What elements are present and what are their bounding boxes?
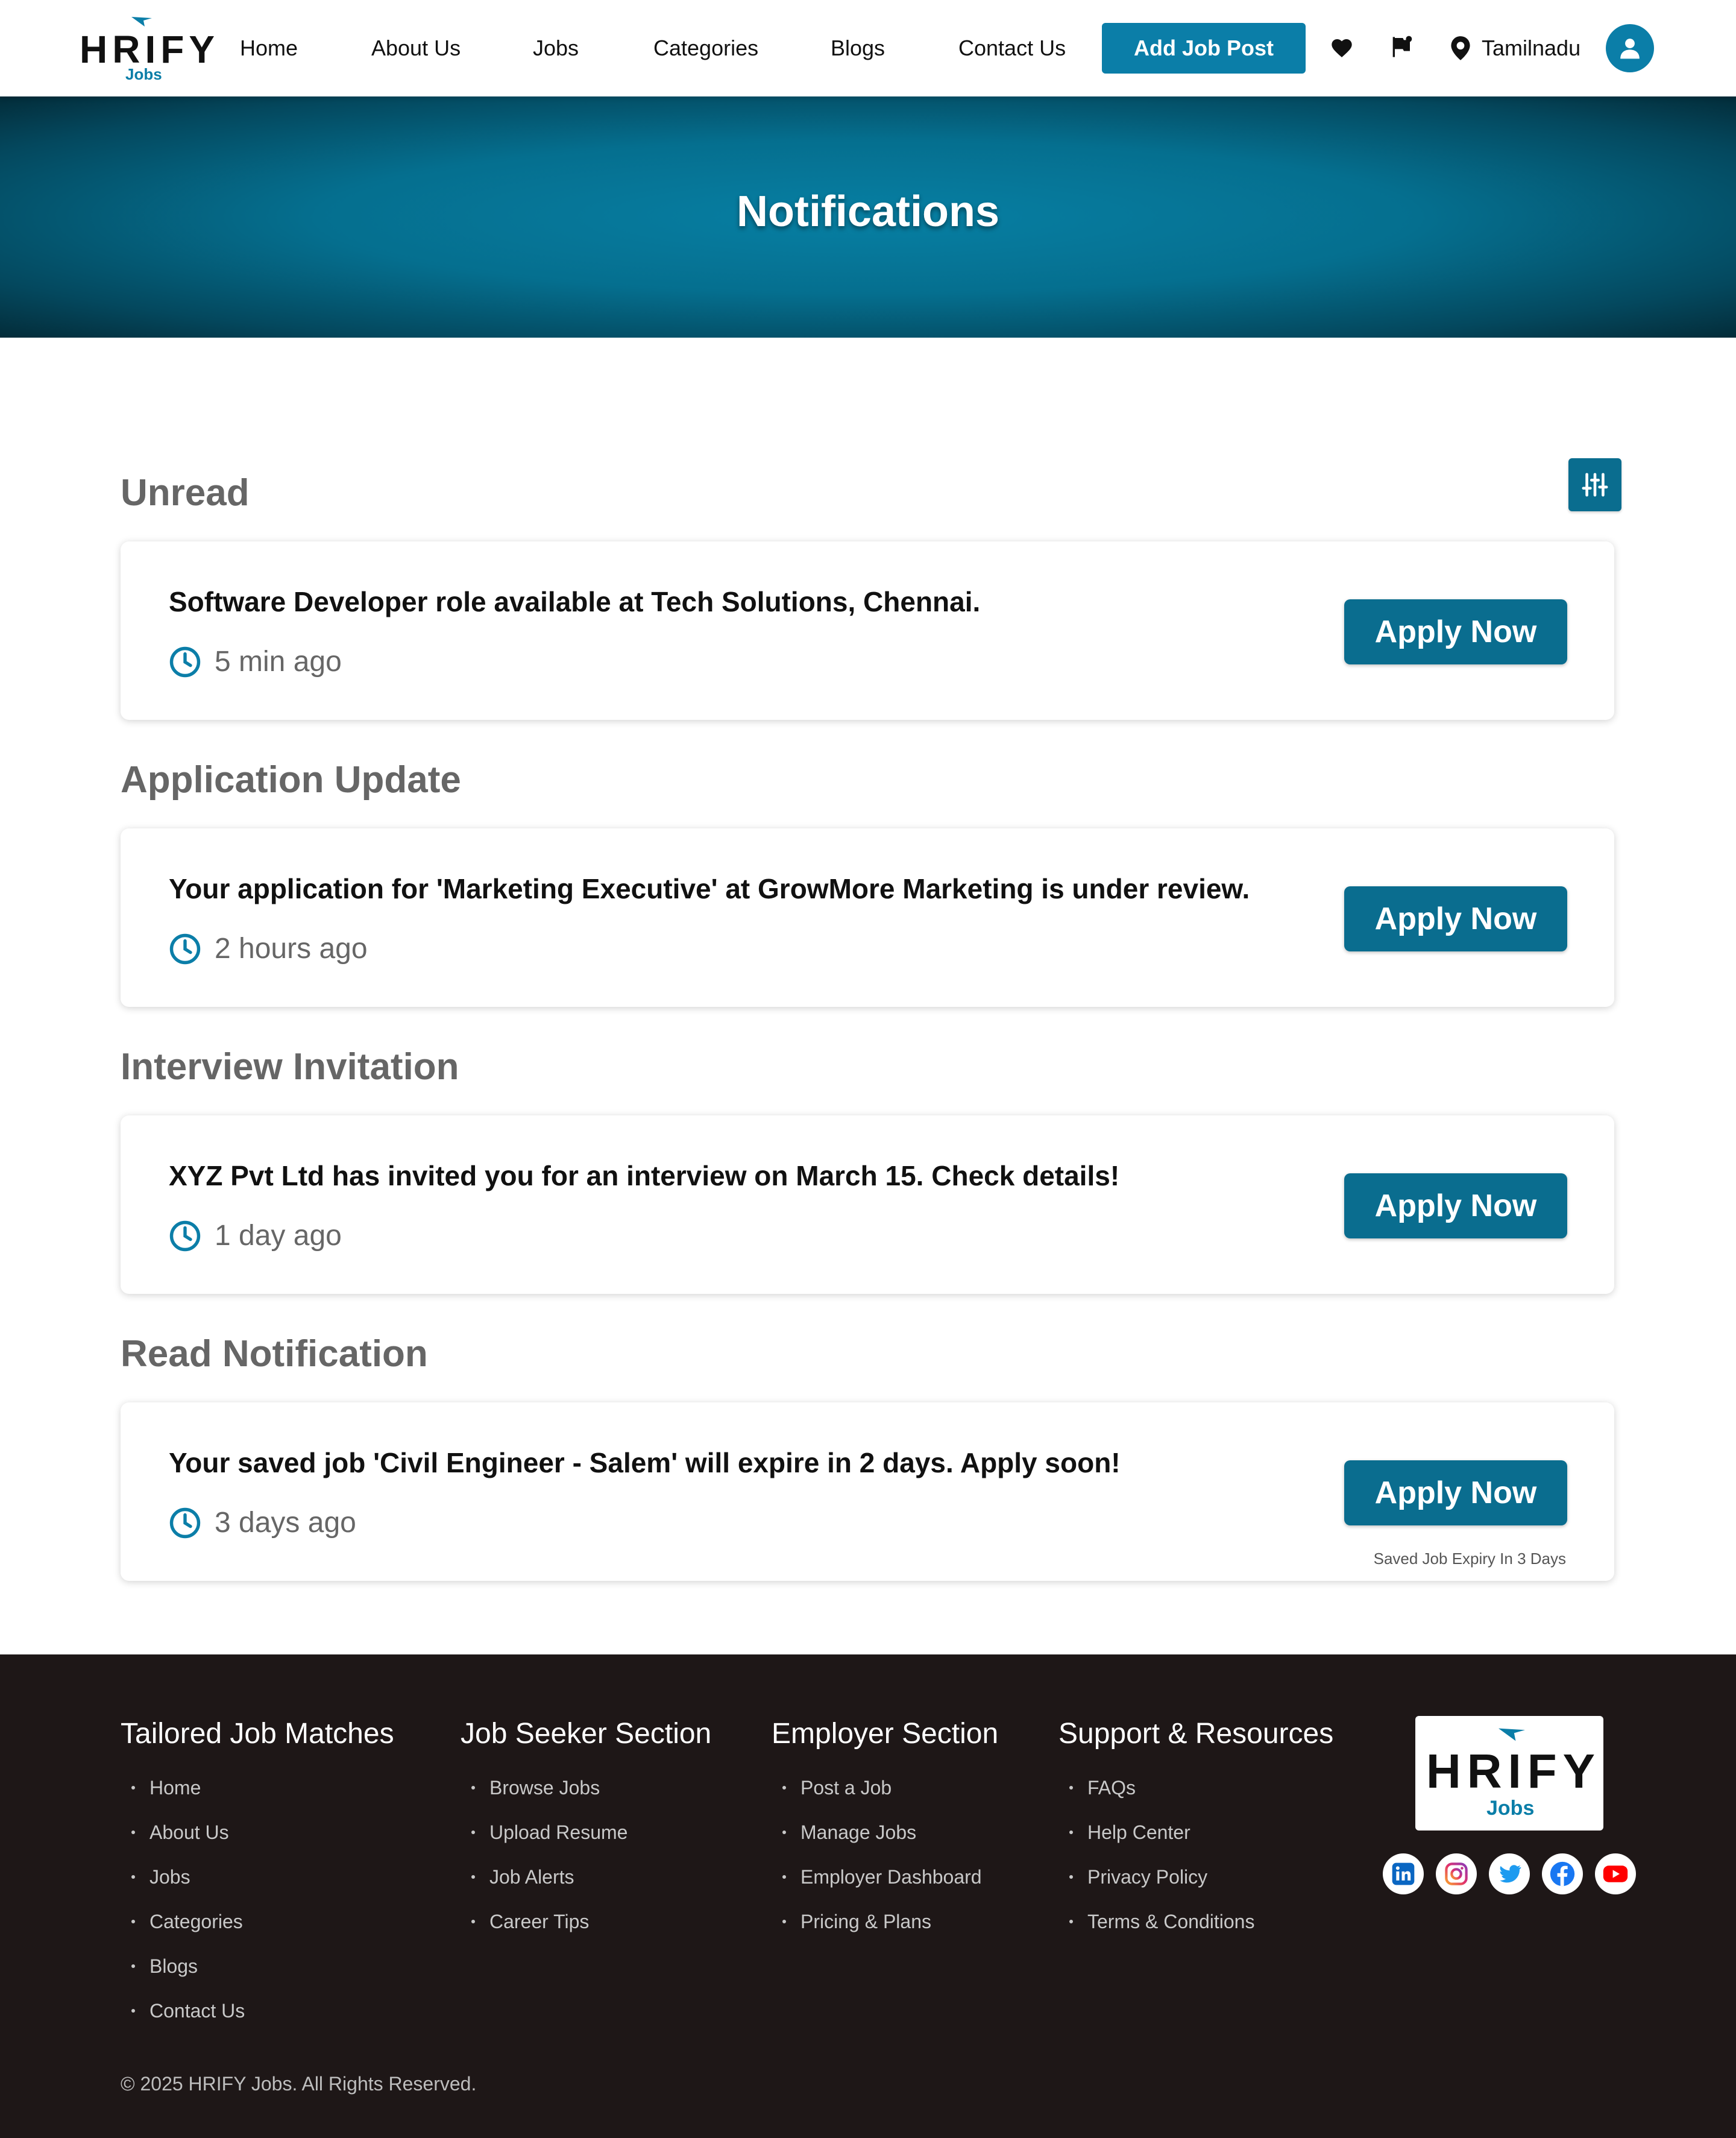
time-label: 3 days ago — [215, 1507, 356, 1539]
notification-message: Software Developer role available at Tec… — [169, 586, 981, 617]
footer-column-title: Employer Section — [772, 1718, 999, 1750]
notification-message: Your application for 'Marketing Executiv… — [169, 873, 1250, 904]
footer-link[interactable]: Career Tips — [461, 1899, 711, 1944]
linkedin-icon — [1392, 1862, 1415, 1885]
nav-home[interactable]: Home — [240, 34, 298, 63]
footer-link[interactable]: Manage Jobs — [772, 1810, 998, 1855]
logo-subtext: Jobs — [125, 65, 162, 83]
sliders-icon — [1582, 473, 1608, 497]
footer-link[interactable]: Jobs — [121, 1855, 394, 1899]
notification-message: XYZ Pvt Ltd has invited you for an inter… — [169, 1160, 1120, 1191]
notification-time: 1 day ago — [169, 1218, 342, 1254]
footer-link[interactable]: Terms & Conditions — [1058, 1899, 1333, 1944]
time-label: 1 day ago — [215, 1220, 342, 1252]
clock-icon — [169, 1507, 201, 1539]
copyright-text: © 2025 HRIFY Jobs. All Rights Reserved. — [121, 2073, 477, 2095]
footer-link[interactable]: Upload Resume — [461, 1810, 711, 1855]
section-title-read-notification: Read Notification — [121, 1333, 428, 1375]
nav-blogs[interactable]: Blogs — [831, 34, 885, 63]
logo-subtext: Jobs — [1486, 1797, 1535, 1820]
filter-button[interactable] — [1568, 458, 1621, 511]
apply-now-button[interactable]: Apply Now — [1344, 886, 1567, 951]
heart-icon[interactable] — [1330, 36, 1354, 60]
user-avatar-button[interactable] — [1606, 24, 1654, 72]
footer-link[interactable]: About Us — [121, 1810, 394, 1855]
site-logo[interactable]: HRIFY Jobs — [80, 13, 215, 86]
user-icon — [1620, 39, 1640, 59]
expiry-note: Saved Job Expiry In 3 Days — [1373, 1550, 1566, 1568]
instagram-icon — [1445, 1862, 1468, 1885]
notification-time: 3 days ago — [169, 1505, 356, 1541]
footer-link[interactable]: Job Alerts — [461, 1855, 711, 1899]
footer-link[interactable]: Employer Dashboard — [772, 1855, 998, 1899]
facebook-icon — [1550, 1861, 1575, 1887]
nav-contact-us[interactable]: Contact Us — [958, 34, 1066, 63]
youtube-icon — [1603, 1865, 1628, 1882]
footer-column-title: Support & Resources — [1058, 1718, 1334, 1750]
page-title: Notifications — [736, 188, 999, 236]
clock-icon — [169, 933, 201, 965]
notification-card: Software Developer role available at Tec… — [121, 541, 1614, 720]
location-label[interactable]: Tamilnadu — [1482, 34, 1580, 63]
section-title-application-update: Application Update — [121, 759, 461, 801]
location-pin-icon — [1451, 36, 1470, 60]
add-job-post-button[interactable]: Add Job Post — [1102, 23, 1306, 74]
twitter-icon — [1500, 1865, 1521, 1883]
section-title-interview-invitation: Interview Invitation — [121, 1046, 459, 1088]
notification-card: Your application for 'Marketing Executiv… — [121, 828, 1614, 1007]
nav-categories[interactable]: Categories — [653, 34, 758, 63]
footer-link[interactable]: Contact Us — [121, 1988, 394, 2033]
footer-link[interactable]: Pricing & Plans — [772, 1899, 998, 1944]
notification-card: Your saved job 'Civil Engineer - Salem' … — [121, 1402, 1614, 1581]
notification-message: Your saved job 'Civil Engineer - Salem' … — [169, 1447, 1121, 1478]
page-banner: Notifications — [0, 96, 1736, 338]
time-label: 5 min ago — [215, 646, 342, 678]
footer-link[interactable]: Help Center — [1058, 1810, 1333, 1855]
logo-text: HRIFY — [1426, 1744, 1601, 1798]
footer-link[interactable]: Privacy Policy — [1058, 1855, 1333, 1899]
apply-now-button[interactable]: Apply Now — [1344, 1460, 1567, 1525]
nav-about-us[interactable]: About Us — [371, 34, 461, 63]
footer-column-title: Tailored Job Matches — [121, 1718, 394, 1750]
instagram-link[interactable] — [1436, 1853, 1477, 1894]
top-navbar: HRIFY Jobs Home About Us Jobs Categories… — [0, 0, 1736, 96]
apply-now-button[interactable]: Apply Now — [1344, 599, 1567, 664]
notification-card: XYZ Pvt Ltd has invited you for an inter… — [121, 1115, 1614, 1294]
footer-column-support: Support & Resources FAQs Help Center Pri… — [1058, 1715, 1333, 1944]
footer-link[interactable]: Home — [121, 1765, 394, 1810]
notification-time: 5 min ago — [169, 644, 342, 680]
youtube-link[interactable] — [1595, 1853, 1636, 1894]
footer-logo[interactable]: HRIFY Jobs — [1415, 1716, 1603, 1831]
site-footer: Tailored Job Matches Home About Us Jobs … — [0, 1654, 1736, 2138]
nav-jobs[interactable]: Jobs — [533, 34, 579, 63]
twitter-link[interactable] — [1489, 1853, 1530, 1894]
footer-link[interactable]: Post a Job — [772, 1765, 998, 1810]
footer-column-title: Job Seeker Section — [461, 1718, 712, 1750]
logo-text: HRIFY — [80, 28, 219, 71]
footer-link[interactable]: FAQs — [1058, 1765, 1333, 1810]
footer-column-employer: Employer Section Post a Job Manage Jobs … — [772, 1715, 998, 1944]
clock-icon — [169, 646, 201, 678]
flag-icon[interactable] — [1389, 35, 1413, 59]
footer-column-job-seeker: Job Seeker Section Browse Jobs Upload Re… — [461, 1715, 711, 1944]
footer-link[interactable]: Blogs — [121, 1944, 394, 1988]
footer-column-tailored-job-matches: Tailored Job Matches Home About Us Jobs … — [121, 1715, 394, 2033]
apply-now-button[interactable]: Apply Now — [1344, 1173, 1567, 1238]
logo-flag-icon — [1499, 1728, 1525, 1741]
notification-time: 2 hours ago — [169, 931, 368, 967]
footer-link[interactable]: Categories — [121, 1899, 394, 1944]
linkedin-link[interactable] — [1383, 1853, 1424, 1894]
clock-icon — [169, 1220, 201, 1252]
footer-link[interactable]: Browse Jobs — [461, 1765, 711, 1810]
facebook-link[interactable] — [1542, 1853, 1583, 1894]
time-label: 2 hours ago — [215, 933, 368, 965]
section-title-unread: Unread — [121, 472, 250, 514]
logo-flag-icon — [131, 17, 152, 27]
